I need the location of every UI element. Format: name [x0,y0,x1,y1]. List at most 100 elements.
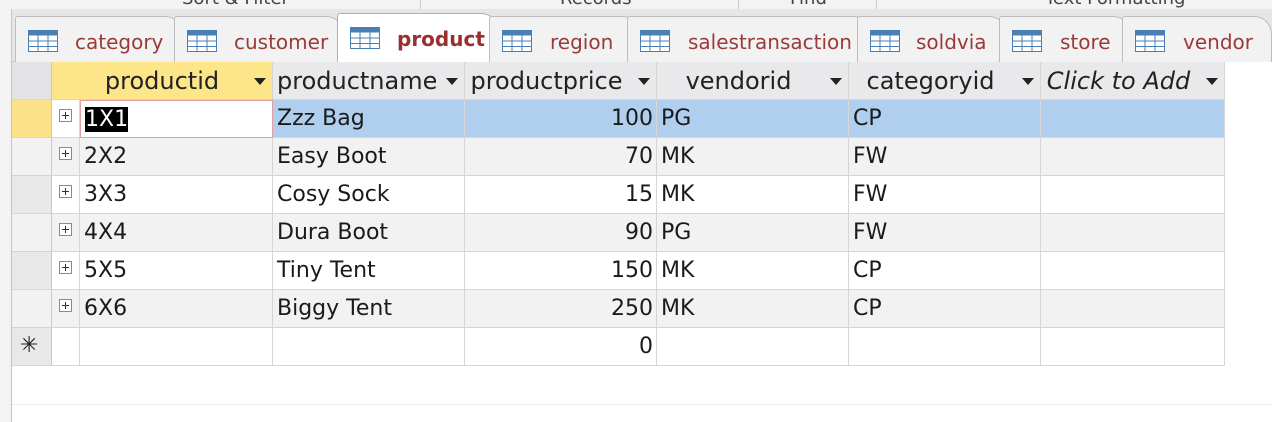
document-tab-bar: category customer product region salestr… [12,9,1272,62]
cell-vendorid[interactable] [657,328,849,366]
cell-categoryid[interactable]: CP [849,100,1041,138]
chevron-down-icon[interactable] [446,78,458,85]
table-row[interactable]: 1X1 Zzz Bag 100 PG CP [12,100,1225,138]
column-header-click-to-add[interactable]: Click to Add [1041,62,1225,100]
cell-categoryid[interactable]: FW [849,176,1041,214]
subdatasheet-expander[interactable] [52,176,80,214]
plus-icon[interactable] [59,147,72,160]
ribbon-group-sort-filter: Sort & Filter [182,0,289,9]
plus-icon[interactable] [59,109,72,122]
chevron-down-icon[interactable] [830,78,842,85]
column-header-productprice[interactable]: productprice [465,62,657,100]
cell-productprice[interactable]: 100 [465,100,657,138]
cell-productname[interactable] [273,328,465,366]
new-record-row[interactable]: ✳ 0 [12,328,1225,366]
cell-categoryid[interactable]: FW [849,138,1041,176]
cell-productprice[interactable]: 15 [465,176,657,214]
record-selector[interactable] [12,214,52,252]
ribbon-separator [738,0,739,9]
select-all-corner[interactable] [12,62,52,100]
record-selector[interactable] [12,290,52,328]
column-header-label: productname [277,67,436,95]
cell-productname[interactable]: Biggy Tent [273,290,465,328]
cell-productid[interactable]: 6X6 [80,290,273,328]
cell-vendorid[interactable]: MK [657,176,849,214]
tab-label: store [1060,30,1111,54]
tab-label: customer [234,30,329,54]
table-row[interactable]: 4X4 Dura Boot 90 PG FW [12,214,1225,252]
cell-categoryid[interactable]: CP [849,290,1041,328]
record-selector[interactable] [12,252,52,290]
chevron-down-icon[interactable] [638,78,650,85]
tab-label: salestransaction [688,30,852,54]
cell-productprice[interactable]: 70 [465,138,657,176]
plus-icon[interactable] [59,261,72,274]
cell-productprice[interactable]: 150 [465,252,657,290]
cell-click-to-add[interactable] [1041,328,1225,366]
subdatasheet-expander[interactable] [52,290,80,328]
tab-customer[interactable]: customer [174,16,344,62]
cell-categoryid[interactable]: FW [849,214,1041,252]
tab-vendor[interactable]: vendor [1122,16,1272,62]
cell-productid[interactable]: 3X3 [80,176,273,214]
cell-categoryid[interactable] [849,328,1041,366]
cell-click-to-add[interactable] [1041,290,1225,328]
cell-productprice[interactable]: 90 [465,214,657,252]
table-row[interactable]: 6X6 Biggy Tent 250 MK CP [12,290,1225,328]
tab-soldvia[interactable]: soldvia [857,16,1007,62]
cell-productid[interactable]: 5X5 [80,252,273,290]
tab-region[interactable]: region [489,16,641,62]
table-row[interactable]: 5X5 Tiny Tent 150 MK CP [12,252,1225,290]
table-row[interactable]: 2X2 Easy Boot 70 MK FW [12,138,1225,176]
cell-productprice[interactable]: 0 [465,328,657,366]
cell-productid[interactable]: 2X2 [80,138,273,176]
column-header-label: categoryid [866,67,995,95]
chevron-down-icon[interactable] [254,78,266,85]
cell-productid[interactable]: 1X1 [80,100,273,138]
cell-categoryid[interactable]: CP [849,252,1041,290]
tab-label: vendor [1183,30,1253,54]
subdatasheet-expander[interactable] [52,214,80,252]
column-header-vendorid[interactable]: vendorid [657,62,849,100]
cell-productname[interactable]: Easy Boot [273,138,465,176]
tab-store[interactable]: store [999,16,1131,62]
cell-vendorid[interactable]: PG [657,100,849,138]
navigation-pane-edge[interactable] [0,9,12,422]
column-header-productid[interactable]: productid [80,62,273,100]
column-header-productname[interactable]: productname [273,62,465,100]
new-record-selector[interactable]: ✳ [12,328,52,366]
cell-click-to-add[interactable] [1041,176,1225,214]
cell-productprice[interactable]: 250 [465,290,657,328]
cell-click-to-add[interactable] [1041,252,1225,290]
cell-vendorid[interactable]: MK [657,252,849,290]
subdatasheet-expander[interactable] [52,252,80,290]
cell-click-to-add[interactable] [1041,138,1225,176]
tab-category[interactable]: category [15,16,183,62]
tab-product[interactable]: product [337,13,499,62]
cell-click-to-add[interactable] [1041,214,1225,252]
subdatasheet-expander[interactable] [52,138,80,176]
plus-icon[interactable] [59,223,72,236]
cell-productname[interactable]: Dura Boot [273,214,465,252]
record-selector[interactable] [12,138,52,176]
cell-productid[interactable] [80,328,273,366]
cell-productname[interactable]: Tiny Tent [273,252,465,290]
table-row[interactable]: 3X3 Cosy Sock 15 MK FW [12,176,1225,214]
record-selector[interactable] [12,100,52,138]
column-header-categoryid[interactable]: categoryid [849,62,1041,100]
cell-productid[interactable]: 4X4 [80,214,273,252]
chevron-down-icon[interactable] [1022,78,1034,85]
tab-label: category [75,30,164,54]
cell-vendorid[interactable]: MK [657,290,849,328]
cell-vendorid[interactable]: PG [657,214,849,252]
chevron-down-icon[interactable] [1206,78,1218,85]
cell-click-to-add[interactable] [1041,100,1225,138]
cell-productname[interactable]: Zzz Bag [273,100,465,138]
cell-productname[interactable]: Cosy Sock [273,176,465,214]
plus-icon[interactable] [59,299,72,312]
subdatasheet-expander[interactable] [52,100,80,138]
plus-icon[interactable] [59,185,72,198]
record-selector[interactable] [12,176,52,214]
cell-vendorid[interactable]: MK [657,138,849,176]
tab-salestransaction[interactable]: salestransaction [627,16,872,62]
